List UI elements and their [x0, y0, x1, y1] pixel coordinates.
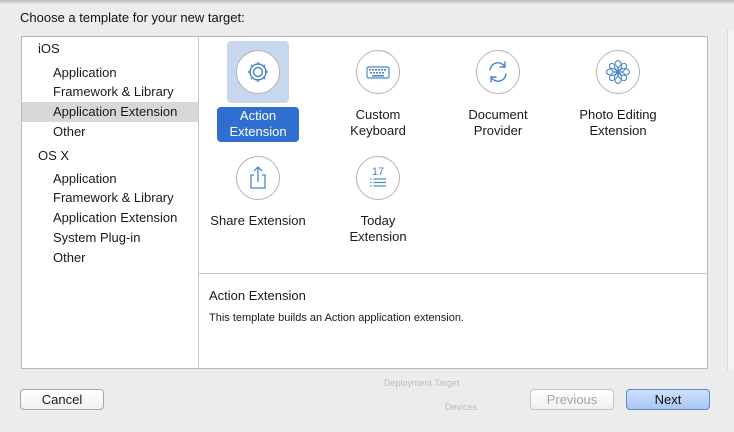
template-label: Today Extension: [349, 213, 407, 244]
ghost-devices: Devices: [445, 402, 478, 412]
template-document-provider[interactable]: Document Provider: [439, 41, 557, 141]
share-icon: [236, 156, 280, 200]
template-action-extension[interactable]: Action Extension: [199, 41, 317, 142]
description-title: Action Extension: [209, 288, 306, 303]
ghost-deployment-target: Deployment Target: [384, 378, 460, 388]
today-icon-number: 17: [372, 166, 384, 178]
template-label: Document Provider: [468, 107, 528, 138]
sidebar-item-osx-application[interactable]: Application: [22, 169, 198, 189]
sidebar-item-osx-system-plugin[interactable]: System Plug-in: [22, 228, 198, 248]
description-body: This template builds an Action applicati…: [209, 312, 464, 324]
sidebar-group-ios[interactable]: iOS: [22, 39, 198, 59]
sidebar-item-ios-application-extension[interactable]: Application Extension: [22, 102, 198, 122]
template-label: Custom Keyboard: [350, 107, 406, 138]
template-grid: Action Extension Custom Keyboard Documen…: [199, 37, 707, 274]
template-label: Photo Editing Extension: [579, 107, 657, 138]
sidebar-item-ios-framework-library[interactable]: Framework & Library: [22, 82, 198, 102]
previous-button[interactable]: Previous: [530, 389, 614, 410]
calendar-list-icon: 17: [356, 156, 400, 200]
template-label: Action Extension: [217, 107, 299, 142]
refresh-arrows-icon: [476, 50, 520, 94]
sidebar-item-ios-other[interactable]: Other: [22, 122, 198, 142]
flower-icon: [596, 50, 640, 94]
dialog-prompt: Choose a template for your new target:: [20, 10, 245, 25]
next-button[interactable]: Next: [626, 389, 710, 410]
template-photo-editing-extension[interactable]: Photo Editing Extension: [559, 41, 677, 141]
template-description: Action Extension This template builds an…: [199, 274, 707, 368]
background-window-edge: [727, 30, 734, 370]
sidebar-item-ios-application[interactable]: Application: [22, 63, 198, 83]
keyboard-icon: [356, 50, 400, 94]
template-chooser-panel: iOS Application Framework & Library Appl…: [21, 36, 708, 369]
sheet-top-edge: [0, 0, 734, 4]
template-share-extension[interactable]: Share Extension: [199, 147, 317, 247]
platform-sidebar: iOS Application Framework & Library Appl…: [22, 37, 199, 368]
sidebar-item-osx-framework-library[interactable]: Framework & Library: [22, 188, 198, 208]
gear-icon: [236, 50, 280, 94]
template-custom-keyboard[interactable]: Custom Keyboard: [319, 41, 437, 141]
cancel-button[interactable]: Cancel: [20, 389, 104, 410]
template-today-extension[interactable]: 17 Today Extension: [319, 147, 437, 247]
sidebar-item-osx-other[interactable]: Other: [22, 248, 198, 268]
sidebar-item-osx-application-extension[interactable]: Application Extension: [22, 208, 198, 228]
sidebar-group-osx[interactable]: OS X: [22, 146, 198, 166]
template-label: Share Extension: [210, 213, 306, 228]
